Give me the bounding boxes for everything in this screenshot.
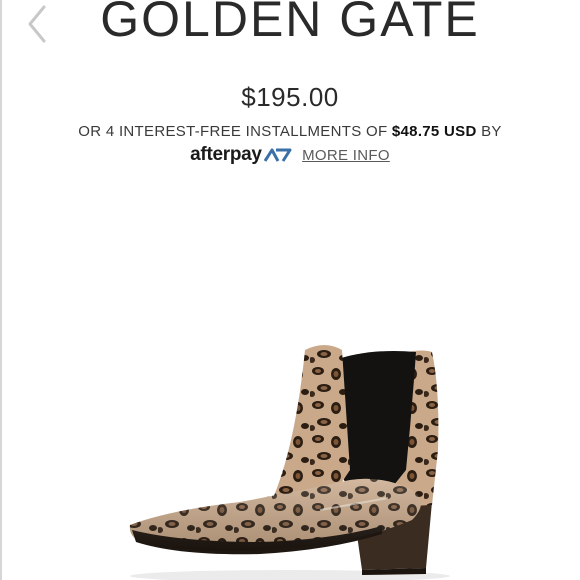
afterpay-row: afterpay MORE INFO xyxy=(0,144,580,166)
installment-prefix: OR 4 INTEREST-FREE INSTALLMENTS OF xyxy=(78,123,388,140)
installment-amount: $48.75 USD xyxy=(391,123,477,140)
product-title: GOLDEN GATE xyxy=(100,0,480,47)
installment-suffix: BY xyxy=(481,123,502,140)
more-info-link[interactable]: MORE INFO xyxy=(302,147,390,164)
afterpay-logo: afterpay xyxy=(190,144,292,166)
product-image-boot[interactable] xyxy=(120,330,460,580)
installment-text: OR 4 INTEREST-FREE INSTALLMENTS OF $48.7… xyxy=(0,123,580,140)
afterpay-arrows-icon xyxy=(263,148,292,162)
product-price: $195.00 xyxy=(241,82,339,112)
afterpay-brand-text: afterpay xyxy=(190,144,262,165)
